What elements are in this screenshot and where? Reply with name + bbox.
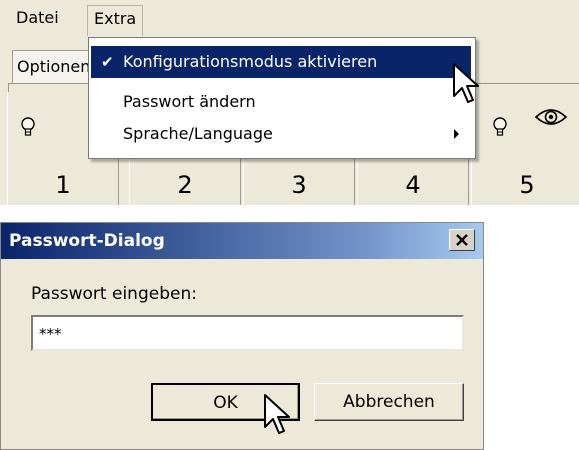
bulb-icon: [21, 117, 35, 136]
dialog-titlebar[interactable]: Passwort-Dialog: [1, 223, 483, 259]
tile-number: 3: [291, 171, 307, 199]
menu-bar: Datei Extra: [0, 0, 579, 37]
menu-datei[interactable]: Datei: [10, 5, 65, 31]
close-icon: [456, 234, 468, 246]
cursor-arrow-icon: [453, 63, 479, 103]
close-button[interactable]: [449, 229, 475, 251]
extra-dropdown-menu: ✔ Konfigurationsmodus aktivieren Passwor…: [88, 37, 476, 159]
submenu-arrow-icon: [454, 129, 459, 139]
menu-item-passwort-aendern[interactable]: Passwort ändern: [91, 86, 471, 118]
menu-extra[interactable]: Extra: [87, 5, 144, 36]
tile-number: 4: [405, 171, 421, 199]
app-window: 1 2 3 4 5 Optionen Datei Extra ✔ Konfigu…: [0, 0, 579, 205]
menu-item-label: Sprache/Language: [123, 124, 273, 143]
tile-number: 5: [519, 171, 535, 199]
menu-item-konfigurationsmodus[interactable]: ✔ Konfigurationsmodus aktivieren: [91, 46, 471, 78]
password-dialog: Passwort-Dialog Passwort eingeben: *** O…: [0, 222, 484, 450]
menu-item-sprache[interactable]: Sprache/Language: [91, 118, 471, 150]
checkmark-icon: ✔: [101, 53, 114, 71]
tile-number: 2: [177, 171, 193, 199]
cancel-button[interactable]: Abbrechen: [314, 383, 464, 421]
bulb-icon: [493, 117, 507, 136]
eye-icon: [534, 109, 568, 125]
password-prompt-label: Passwort eingeben:: [31, 284, 197, 304]
menu-item-label: Konfigurationsmodus aktivieren: [123, 52, 378, 71]
tile-number: 1: [55, 171, 71, 199]
dialog-title: Passwort-Dialog: [9, 231, 165, 251]
tile-5[interactable]: 5: [471, 92, 579, 205]
password-input[interactable]: ***: [31, 315, 464, 351]
menu-item-label: Passwort ändern: [123, 92, 256, 111]
cursor-arrow-icon: [264, 394, 290, 434]
